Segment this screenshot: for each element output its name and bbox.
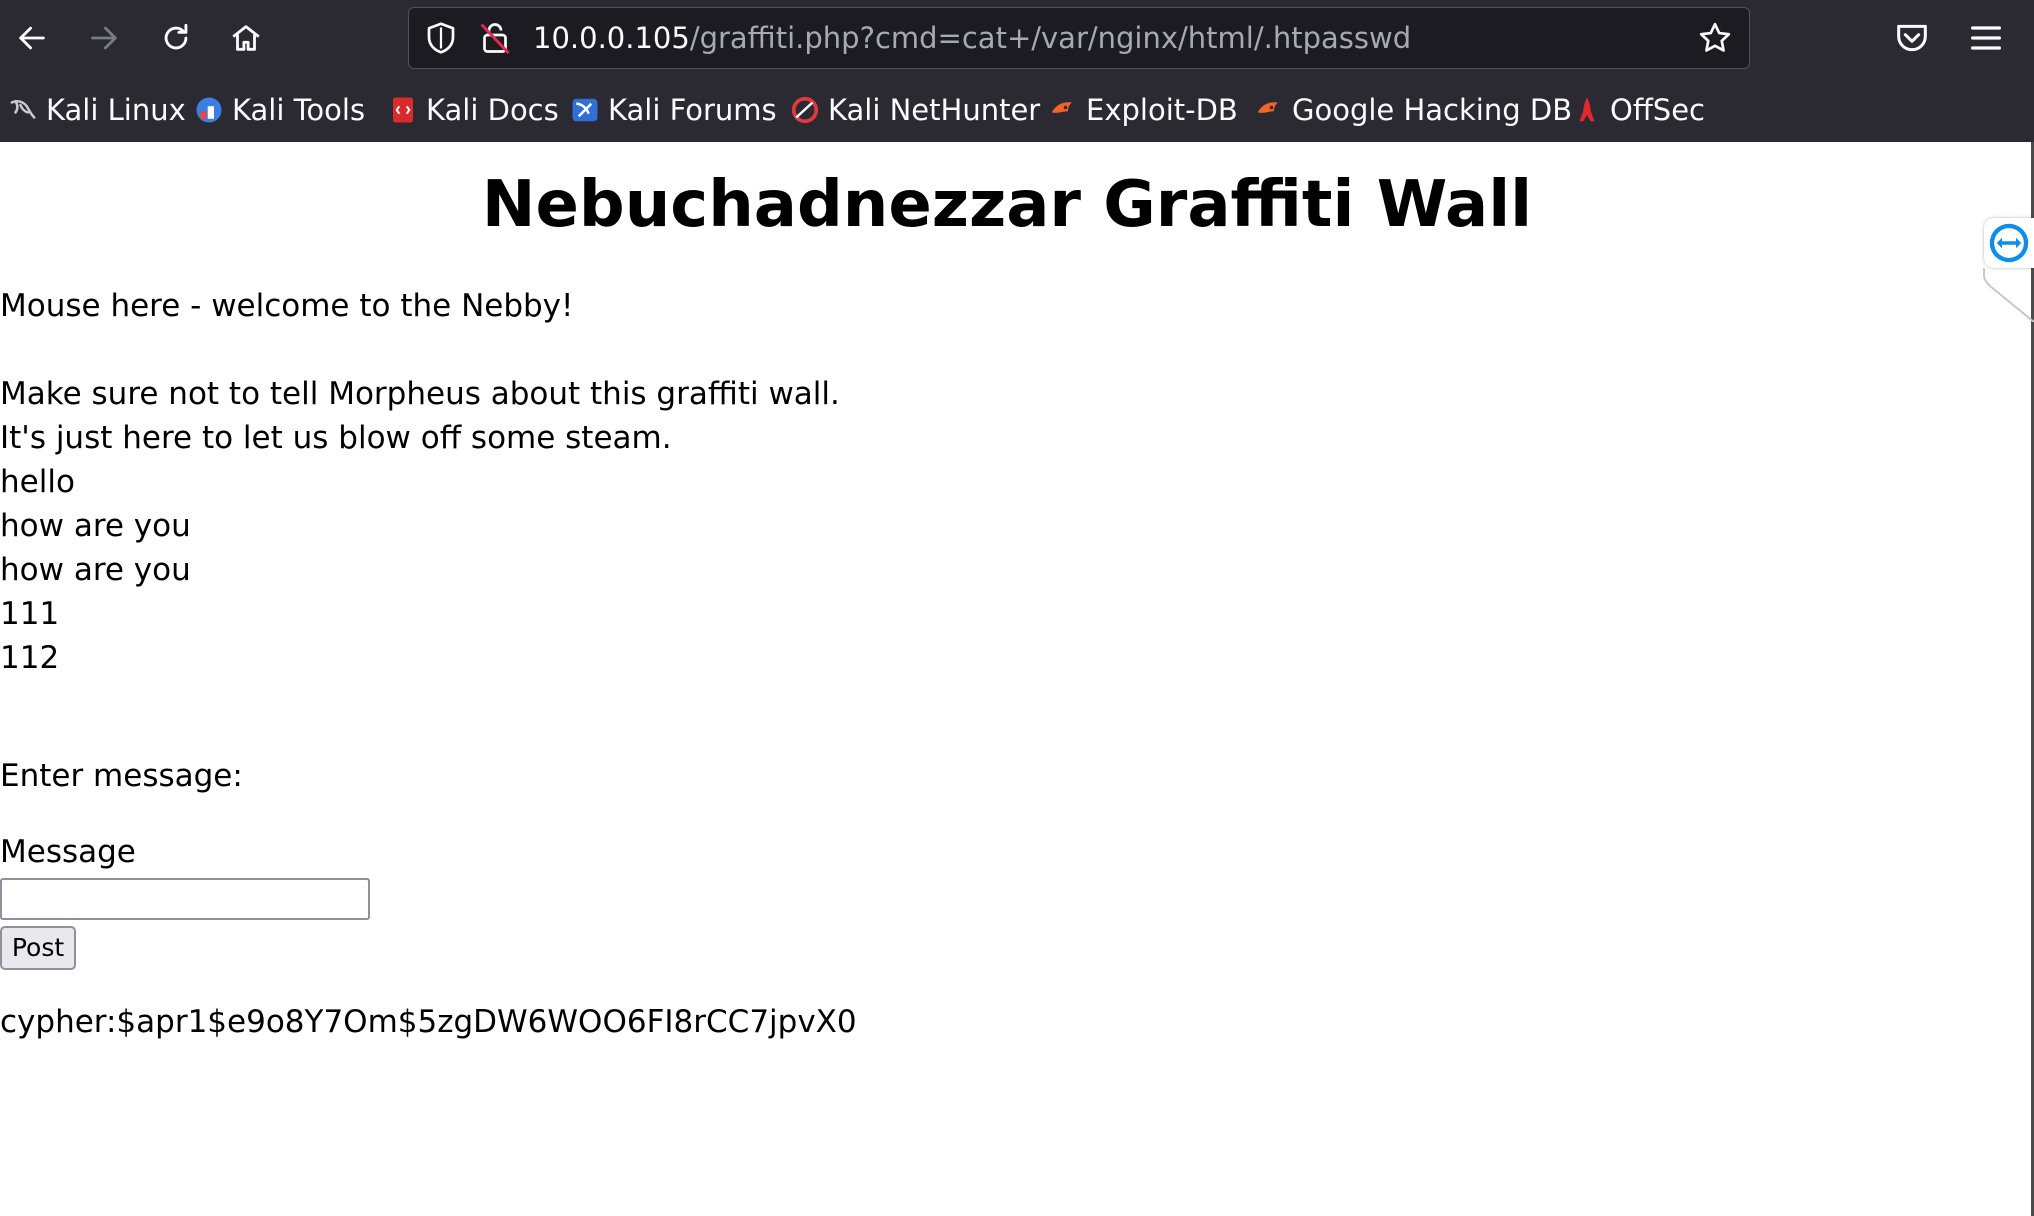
bookmark-kali-docs[interactable]: Kali Docs — [388, 78, 559, 142]
bookmark-label: Google Hacking DB — [1292, 93, 1573, 127]
page-content: Nebuchadnezzar Graffiti Wall Mouse here … — [0, 142, 2034, 1216]
reload-button[interactable] — [150, 12, 202, 64]
graffiti-message: Make sure not to tell Morpheus about thi… — [0, 376, 840, 412]
graffiti-message: how are you — [0, 552, 191, 588]
bookmark-exploit-db[interactable]: Exploit-DB — [1048, 78, 1238, 142]
kali-tools-icon — [194, 95, 224, 125]
bookmark-label: Exploit-DB — [1086, 93, 1238, 127]
bookmark-kali-tools[interactable]: Kali Tools — [194, 78, 365, 142]
command-output: cypher:$apr1$e9o8Y7Om$5zgDW6WOO6FI8rCC7j… — [0, 1004, 857, 1040]
nethunter-icon — [790, 95, 820, 125]
kali-forums-icon — [570, 95, 600, 125]
bookmark-label: Kali Forums — [608, 93, 777, 127]
exploit-db-icon — [1048, 95, 1078, 125]
ghdb-icon — [1254, 95, 1284, 125]
form-prompt: Enter message: — [0, 758, 243, 794]
insecure-lock-icon[interactable] — [477, 20, 513, 56]
graffiti-message: how are you — [0, 508, 191, 544]
widget-tab-edge — [1983, 268, 2034, 322]
kali-dragon-icon — [8, 95, 38, 125]
graffiti-message: 111 — [0, 596, 60, 632]
pocket-icon[interactable] — [1892, 18, 1932, 58]
bookmark-kali-nethunter[interactable]: Kali NetHunter — [790, 78, 1040, 142]
bookmark-label: Kali Docs — [426, 93, 559, 127]
home-button[interactable] — [220, 12, 272, 64]
graffiti-message: hello — [0, 464, 75, 500]
graffiti-message: 112 — [0, 640, 60, 676]
page-title: Nebuchadnezzar Graffiti Wall — [481, 168, 1533, 242]
reload-icon — [164, 23, 188, 50]
forward-button[interactable] — [78, 12, 130, 64]
bookmark-label: OffSec — [1610, 93, 1706, 127]
bookmarks-toolbar: Kali Linux Kali Tools Kali Docs Kali For… — [0, 78, 2034, 143]
url-path: /graffiti.php?cmd=cat+/var/nginx/html/.h… — [689, 21, 1412, 55]
welcome-text: Mouse here - welcome to the Nebby! — [0, 288, 574, 324]
hamburger-menu-icon[interactable] — [1966, 18, 2006, 58]
back-button[interactable] — [6, 12, 58, 64]
bookmark-kali-linux[interactable]: Kali Linux — [8, 78, 186, 142]
post-button[interactable]: Post — [0, 926, 76, 970]
url-host: 10.0.0.105 — [533, 21, 690, 55]
arrow-right-icon — [91, 26, 117, 50]
kali-docs-icon — [388, 95, 418, 125]
teamviewer-icon — [1989, 223, 2029, 263]
bookmark-offsec[interactable]: OffSec — [1572, 78, 1705, 142]
home-icon — [232, 25, 260, 51]
bookmark-label: Kali Tools — [232, 93, 366, 127]
bookmark-google-hacking-db[interactable]: Google Hacking DB — [1254, 78, 1572, 142]
arrow-left-icon — [19, 26, 45, 50]
bookmark-label: Kali Linux — [46, 93, 186, 127]
bookmark-star-icon[interactable] — [1697, 20, 1733, 56]
bookmark-label: Kali NetHunter — [828, 93, 1041, 127]
browser-toolbar: 10.0.0.105/graffiti.php?cmd=cat+/var/ngi… — [0, 0, 2034, 78]
message-input[interactable] — [0, 878, 370, 920]
message-label: Message — [0, 834, 136, 870]
url-text[interactable]: 10.0.0.105/graffiti.php?cmd=cat+/var/ngi… — [533, 8, 1411, 68]
offsec-icon — [1572, 95, 1602, 125]
url-bar[interactable]: 10.0.0.105/graffiti.php?cmd=cat+/var/ngi… — [408, 7, 1750, 69]
bookmark-kali-forums[interactable]: Kali Forums — [570, 78, 777, 142]
remote-control-widget[interactable] — [1984, 218, 2034, 268]
tracking-protection-shield-icon[interactable] — [423, 20, 459, 56]
graffiti-message: It's just here to let us blow off some s… — [0, 420, 672, 456]
